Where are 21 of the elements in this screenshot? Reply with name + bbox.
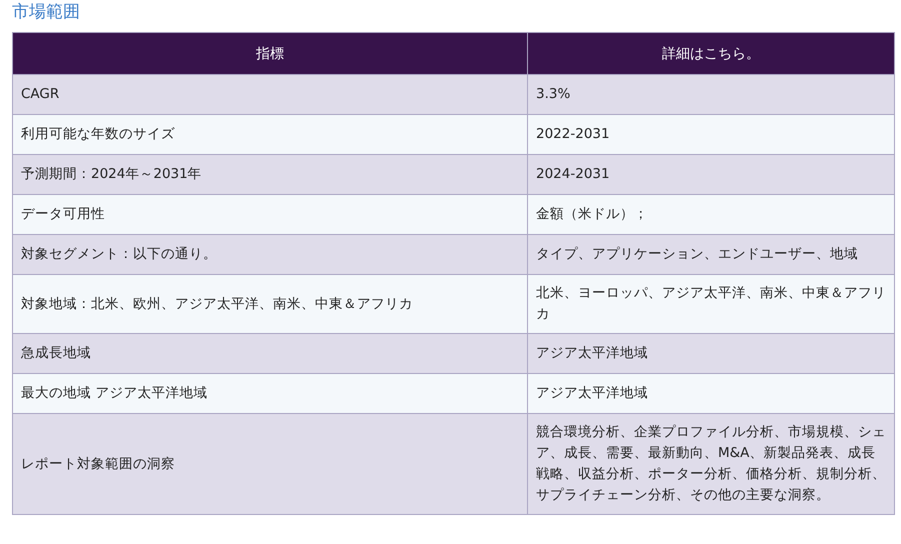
table-cell: タイプ、アプリケーション、エンドユーザー、地域 — [528, 234, 894, 274]
section-title: 市場範囲 — [12, 1, 80, 24]
column-header: 指標 — [12, 32, 528, 74]
table-cell: 対象地域：北米、欧州、アジア太平洋、南米、中東＆アフリカ — [12, 274, 528, 334]
table-cell: 急成長地域 — [12, 334, 528, 374]
table-cell: 対象セグメント：以下の通り。 — [12, 234, 528, 274]
table-cell: 2024-2031 — [528, 154, 894, 194]
column-header: 詳細はこちら。 — [528, 32, 894, 74]
table-cell: レポート対象範囲の洞察 — [12, 414, 528, 514]
table-cell: データ可用性 — [12, 194, 528, 234]
table-cell: 最大の地域 アジア太平洋地域 — [12, 374, 528, 414]
table-cell: 競合環境分析、企業プロファイル分析、市場規模、シェア、成長、需要、最新動向、M&A、新製品発表、成長戦略、収益分析、ポーター分析、価格分析、規制分析、サプライチェーン分析、その他の主要な洞察。 — [528, 414, 894, 514]
table-cell: 金額（米ドル）； — [528, 194, 894, 234]
table-cell: アジア太平洋地域 — [528, 374, 894, 414]
table-cell: 3.3% — [528, 74, 894, 114]
table-cell: 利用可能な年数のサイズ — [12, 114, 528, 154]
table-cell: 2022-2031 — [528, 114, 894, 154]
table-cell: 予測期間：2024年～2031年 — [12, 154, 528, 194]
table-cell: 北米、ヨーロッパ、アジア太平洋、南米、中東＆アフリカ — [528, 274, 894, 334]
table-cell: アジア太平洋地域 — [528, 334, 894, 374]
table-cell: CAGR — [12, 74, 528, 114]
